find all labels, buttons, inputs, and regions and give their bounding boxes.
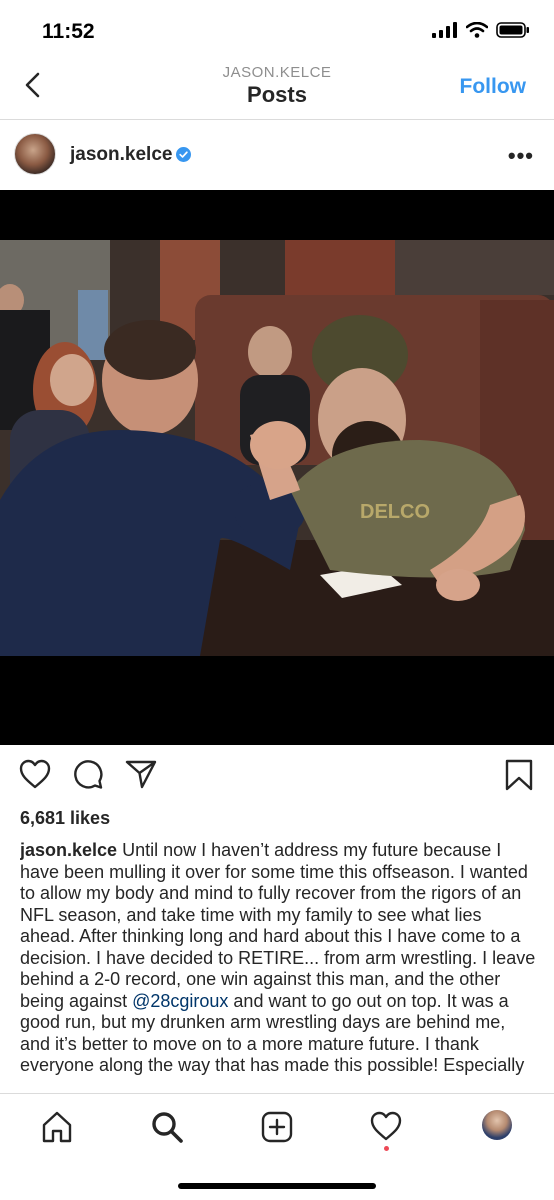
post-username[interactable]: jason.kelce	[70, 144, 172, 166]
activity-heart-icon[interactable]	[369, 1110, 403, 1142]
post-photo: DELCO	[0, 240, 554, 656]
comment-icon[interactable]	[72, 758, 104, 790]
heart-icon[interactable]	[18, 758, 52, 790]
more-options-icon[interactable]: •••	[508, 143, 534, 169]
wifi-icon	[466, 22, 488, 38]
send-icon[interactable]	[124, 758, 158, 790]
avatar[interactable]	[14, 133, 56, 175]
post-caption: jason.kelce Until now I haven’t address …	[20, 840, 540, 1093]
status-bar: 11:52	[0, 0, 554, 58]
plus-square-icon[interactable]	[260, 1110, 294, 1144]
home-indicator[interactable]	[178, 1183, 376, 1189]
caption-mention[interactable]: @28cgiroux	[132, 991, 228, 1011]
arm-wrestling-photo: DELCO	[0, 240, 554, 656]
status-icons	[432, 22, 530, 38]
verified-badge-icon	[176, 147, 191, 162]
post-header: jason.kelce •••	[0, 121, 554, 189]
follow-button[interactable]: Follow	[460, 75, 527, 99]
search-icon[interactable]	[150, 1110, 184, 1144]
likes-count[interactable]: 6,681 likes	[20, 808, 110, 829]
battery-icon	[496, 22, 529, 38]
post-media[interactable]: DELCO	[0, 190, 554, 745]
bookmark-icon[interactable]	[504, 758, 534, 792]
signal-icon	[432, 22, 457, 38]
profile-avatar[interactable]	[482, 1110, 512, 1140]
status-time: 11:52	[42, 20, 95, 43]
nav-bar: JASON.KELCE Posts Follow	[0, 58, 554, 120]
caption-text: Until now I haven’t address my future be…	[20, 840, 536, 1011]
post-actions	[0, 758, 554, 798]
notification-dot	[384, 1146, 389, 1151]
caption-username[interactable]: jason.kelce	[20, 840, 117, 860]
shirt-text: DELCO	[360, 501, 430, 523]
home-icon[interactable]	[40, 1110, 74, 1144]
